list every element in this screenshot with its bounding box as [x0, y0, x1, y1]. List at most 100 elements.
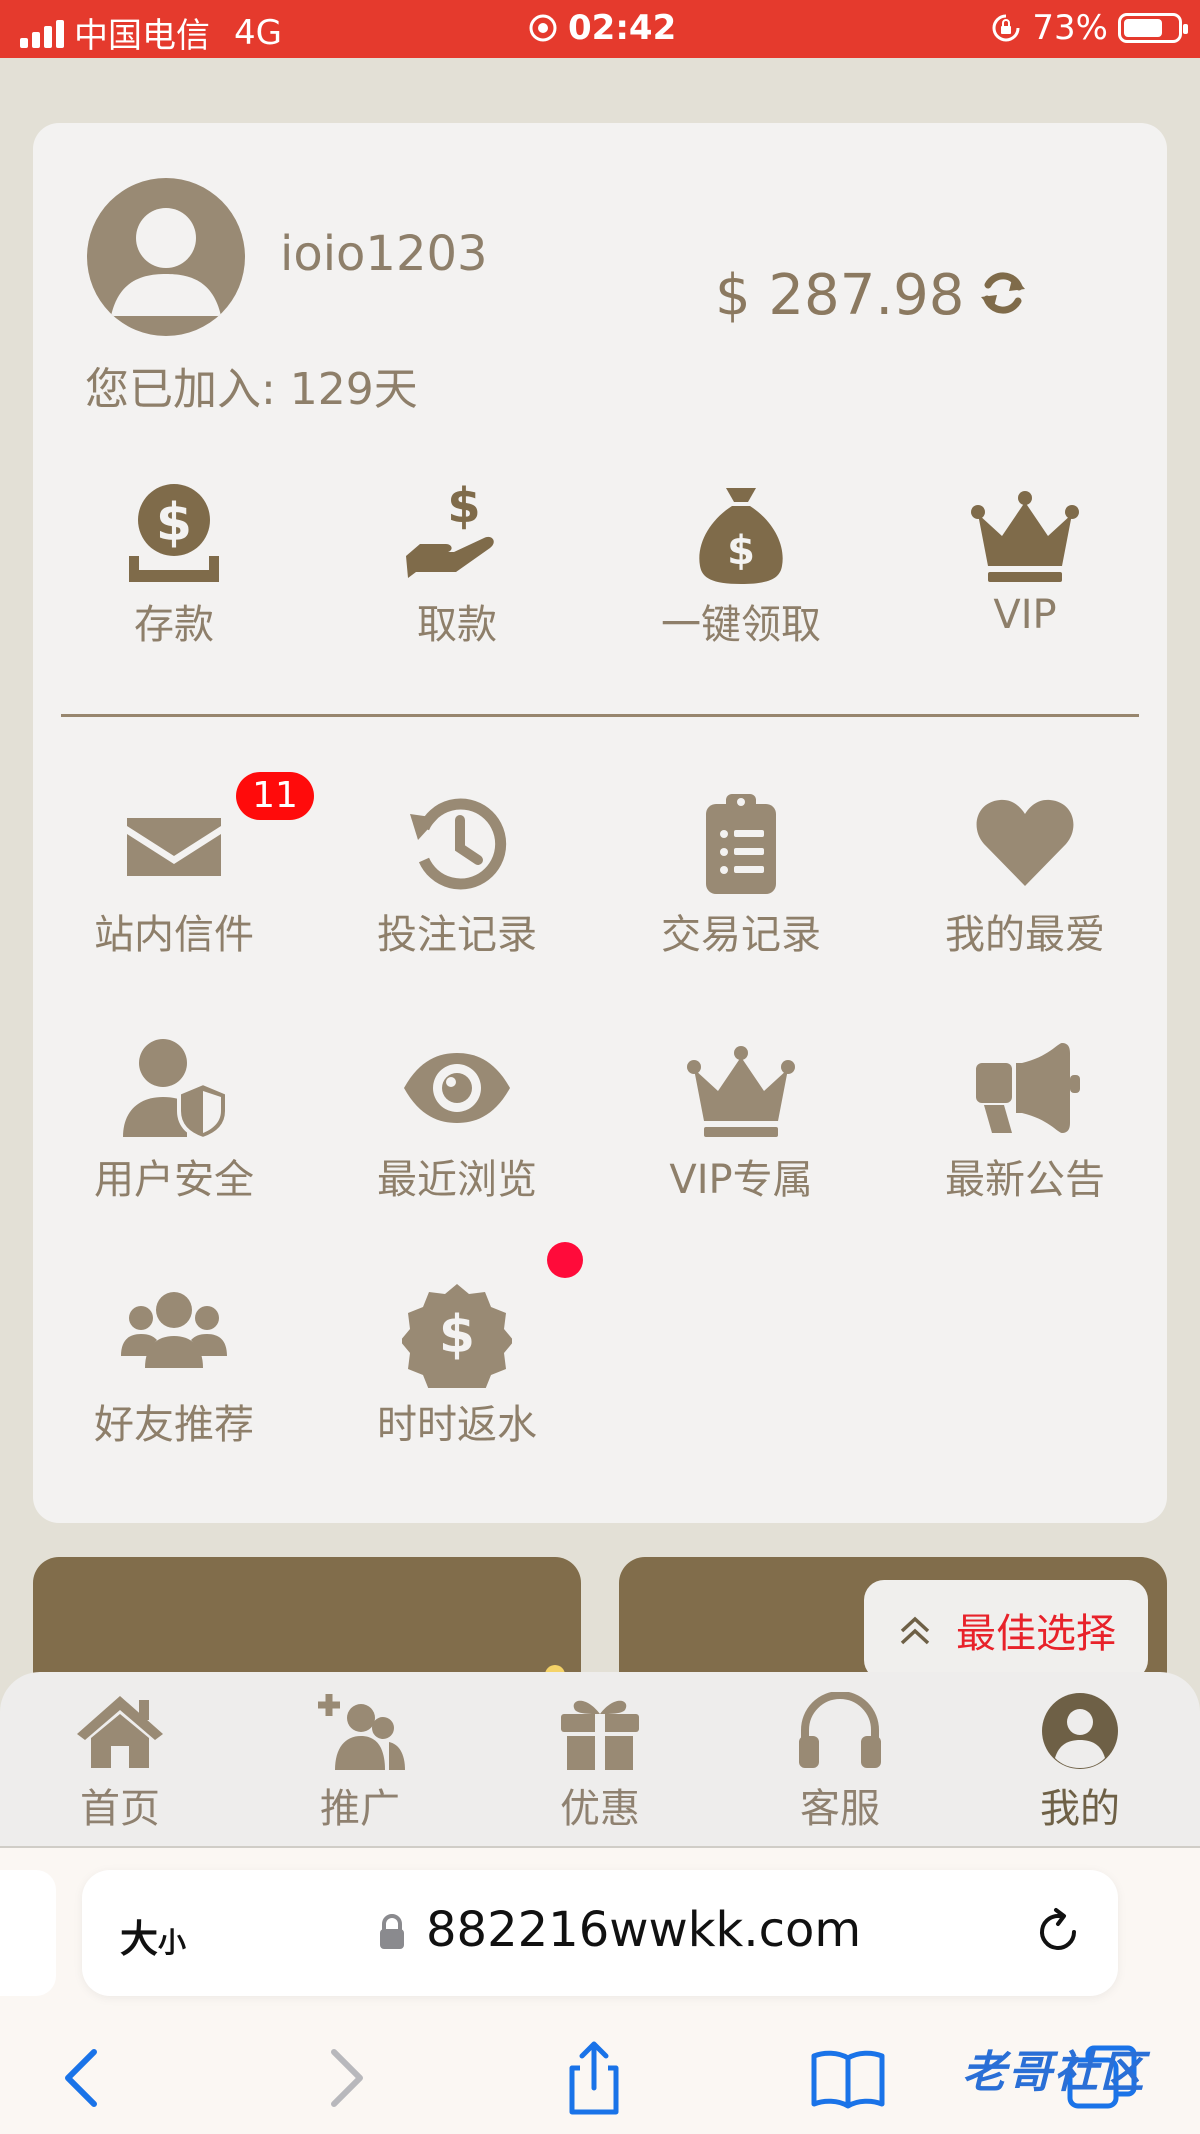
clock: 02:42	[568, 8, 677, 48]
menu-bet-history[interactable]: 投注记录	[357, 788, 557, 960]
claim-all-button[interactable]: $ 一键领取	[641, 478, 841, 650]
best-choice-label: 最佳选择	[956, 1611, 1116, 1657]
menu-announcements[interactable]: 最新公告	[925, 1033, 1125, 1205]
nav-promote-label: 推广	[320, 1786, 400, 1832]
battery-icon	[1118, 13, 1188, 43]
joined-days: 您已加入: 129天	[85, 364, 418, 415]
balance-amount: $ 287.98	[715, 263, 965, 328]
url-text: 882216wwkk.com	[426, 1902, 862, 1958]
megaphone-icon	[976, 1043, 1080, 1133]
money-bag-icon: $	[699, 488, 783, 584]
history-icon	[410, 798, 507, 890]
previous-tab-peek[interactable]	[0, 1870, 56, 1996]
menu-referral[interactable]: 好友推荐	[74, 1278, 274, 1450]
sunburst-graphic	[303, 1587, 565, 1687]
nav-support-label: 客服	[800, 1786, 880, 1832]
rebate-notification-dot	[547, 1242, 583, 1278]
user-avatar-icon	[111, 208, 221, 316]
menu-transactions-label: 交易记录	[661, 912, 821, 958]
menu-rebate-label: 时时返水	[377, 1402, 537, 1448]
menu-transactions[interactable]: 交易记录	[641, 788, 841, 960]
coin-deposit-icon: $	[129, 484, 219, 582]
avatar[interactable]	[87, 178, 245, 336]
menu-inbox[interactable]: 11 站内信件	[74, 772, 314, 960]
nav-promote[interactable]: 推广	[290, 1692, 430, 1834]
signal-icon	[20, 18, 64, 48]
refresh-balance-icon[interactable]	[975, 265, 1031, 321]
menu-favorites-label: 我的最爱	[945, 912, 1105, 958]
lock-icon	[380, 1914, 404, 1949]
status-left: 中国电信 4G	[20, 8, 282, 57]
menu-announcements-label: 最新公告	[945, 1157, 1105, 1203]
double-chevron-up-icon	[900, 1616, 930, 1645]
nav-home[interactable]: 首页	[50, 1692, 190, 1834]
home-icon	[77, 1696, 163, 1768]
battery-percent: 73%	[1032, 8, 1108, 48]
nav-home-label: 首页	[80, 1786, 160, 1832]
nav-offers-label: 优惠	[560, 1786, 640, 1832]
crown-icon	[971, 491, 1079, 582]
menu-security[interactable]: 用户安全	[74, 1033, 274, 1205]
heart-icon	[976, 799, 1074, 886]
deposit-button[interactable]: $ 存款	[74, 478, 274, 650]
best-choice-button[interactable]: 最佳选择	[864, 1580, 1148, 1680]
user-circle-icon	[1042, 1693, 1118, 1769]
screen-record-icon	[529, 14, 557, 42]
vip-button[interactable]: VIP	[925, 478, 1125, 638]
user-shield-icon	[123, 1039, 229, 1142]
nav-support[interactable]: 客服	[770, 1692, 910, 1834]
bookmarks-icon[interactable]	[808, 2038, 888, 2118]
nav-offers[interactable]: 优惠	[530, 1692, 670, 1834]
battery-fill	[1124, 19, 1162, 37]
gift-icon	[561, 1700, 639, 1770]
menu-inbox-label: 站内信件	[94, 912, 254, 958]
svg-text:$: $	[439, 1305, 475, 1365]
username: ioio1203	[280, 226, 488, 282]
deposit-label: 存款	[134, 602, 214, 648]
withdraw-button[interactable]: $ 取款	[357, 478, 557, 650]
section-divider	[61, 714, 1139, 717]
claim-all-label: 一键领取	[661, 602, 821, 648]
text-size-button[interactable]: 大小	[120, 1908, 186, 1963]
address-bar[interactable]: 大小 882216wwkk.com	[82, 1870, 1118, 1996]
forward-icon[interactable]	[304, 2038, 384, 2118]
menu-vip-exclusive-label: VIP专属	[669, 1157, 813, 1203]
text-size-large: 大	[120, 1917, 159, 1961]
menu-bet-history-label: 投注记录	[377, 912, 537, 958]
status-center: 02:42	[528, 8, 676, 48]
withdraw-label: 取款	[417, 602, 497, 648]
vip-label: VIP	[993, 592, 1057, 638]
crown-icon	[687, 1046, 795, 1137]
carrier-label: 中国电信	[74, 16, 210, 56]
account-card: ioio1203 $ 287.98 您已加入: 129天 $ 存款 $ 取款 $…	[33, 123, 1167, 1523]
text-size-small: 小	[158, 1926, 187, 1959]
menu-rebate[interactable]: $ 时时返水	[357, 1242, 583, 1450]
nav-me[interactable]: 我的	[1010, 1692, 1150, 1834]
menu-security-label: 用户安全	[94, 1157, 254, 1203]
user-plus-icon	[318, 1694, 405, 1770]
menu-referral-label: 好友推荐	[94, 1402, 254, 1448]
bottom-nav: 首页 推广 优惠 客服 我的	[0, 1672, 1200, 1848]
menu-vip-exclusive[interactable]: VIP专属	[641, 1033, 841, 1205]
rotation-lock-icon	[992, 14, 1020, 42]
hand-dollar-icon: $	[406, 478, 494, 578]
promo-banner-left[interactable]	[33, 1557, 581, 1687]
unread-badge: 11	[236, 772, 314, 820]
dollar-badge-icon: $	[402, 1284, 512, 1388]
watermark-logo: 老哥社区	[962, 2047, 1146, 2098]
headset-icon	[799, 1692, 881, 1768]
eye-icon	[404, 1053, 510, 1123]
reload-icon[interactable]	[1032, 1906, 1084, 1958]
network-label: 4G	[234, 12, 282, 53]
clipboard-list-icon	[706, 794, 776, 894]
browser-chrome: 大小 882216wwkk.com 老哥社区	[0, 1848, 1200, 2134]
menu-recent[interactable]: 最近浏览	[357, 1033, 557, 1205]
svg-text:$: $	[156, 493, 192, 553]
menu-favorites[interactable]: 我的最爱	[925, 788, 1125, 960]
status-right: 73%	[990, 8, 1188, 48]
back-icon[interactable]	[44, 2038, 124, 2118]
svg-text:$: $	[727, 528, 755, 574]
menu-recent-label: 最近浏览	[377, 1157, 537, 1203]
users-icon	[121, 1292, 227, 1368]
share-icon[interactable]	[554, 2038, 634, 2118]
